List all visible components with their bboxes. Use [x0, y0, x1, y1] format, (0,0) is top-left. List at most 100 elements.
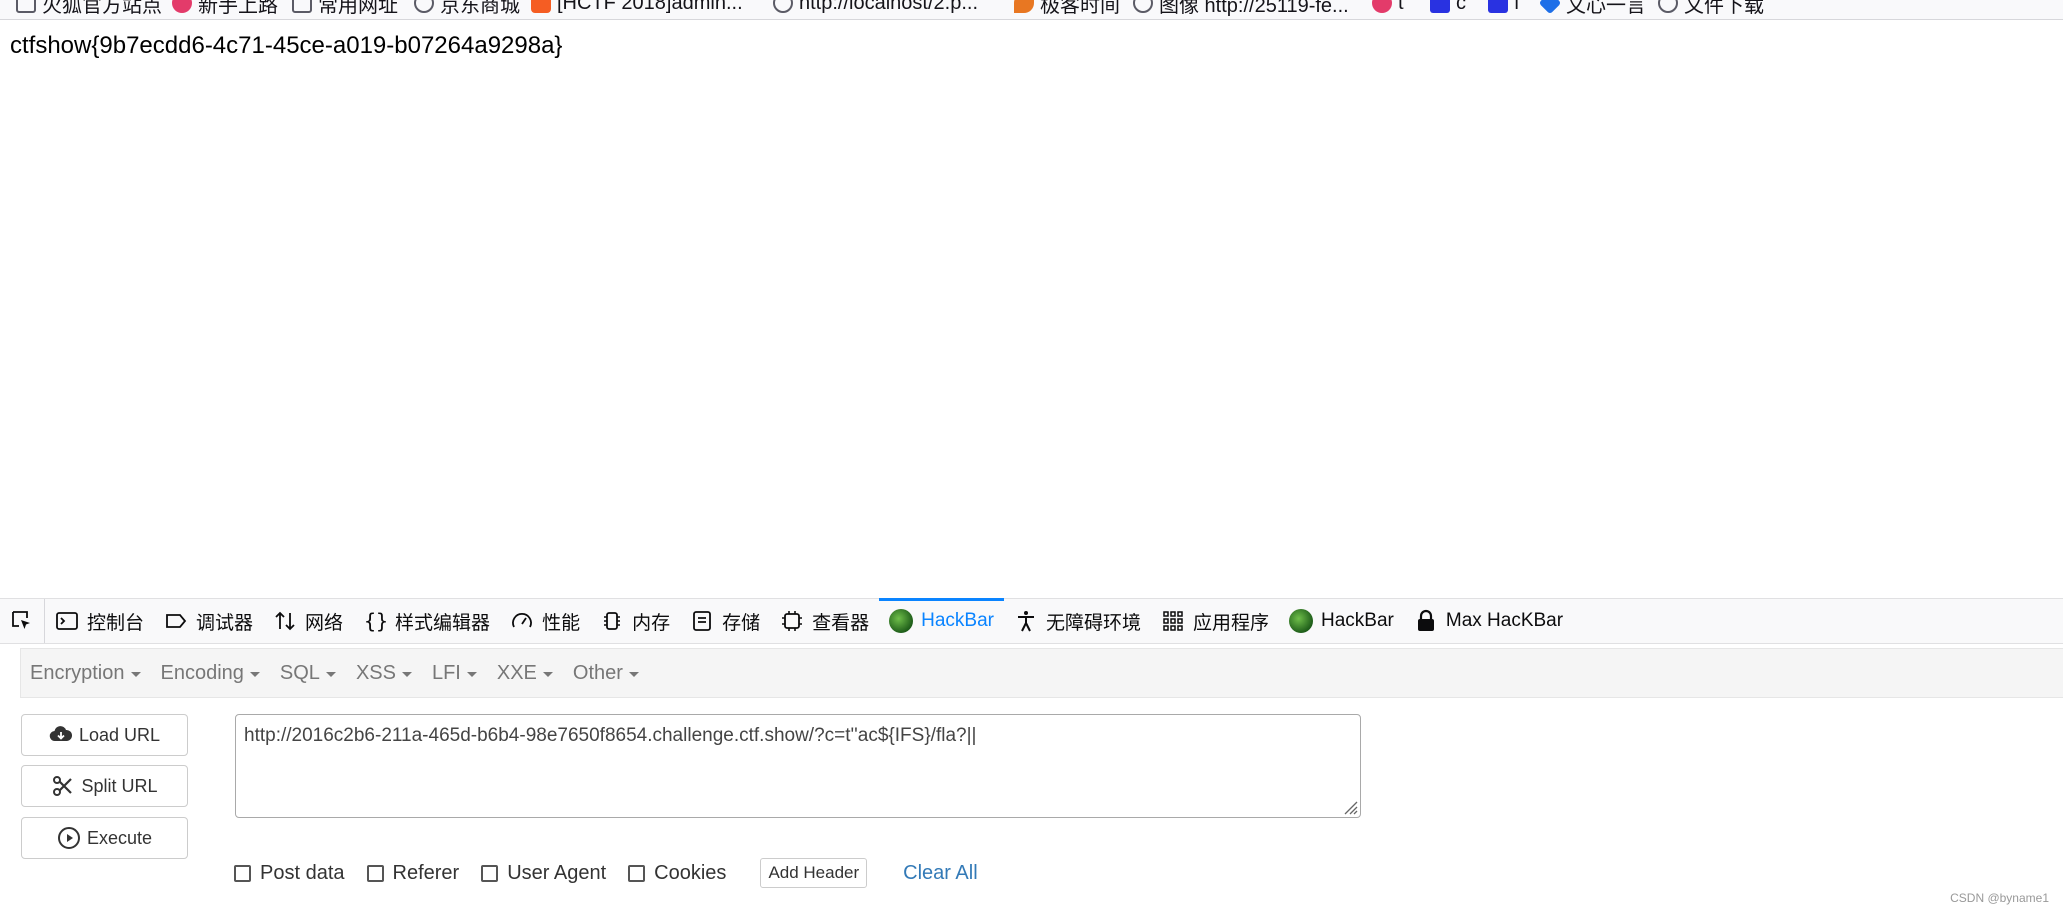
checkbox-box[interactable] — [234, 864, 251, 882]
bookmark-item[interactable]: 火狐官方站点 — [16, 0, 162, 18]
tab-label: 样式编辑器 — [395, 612, 491, 634]
tab-hackbar[interactable]: HackBar — [879, 598, 1004, 643]
resize-grip-icon[interactable] — [1340, 797, 1358, 815]
tab-memory[interactable]: 内存 — [590, 599, 680, 643]
menu-xss[interactable]: XSS — [347, 662, 423, 685]
bookmarks-toolbar: 火狐官方站点 新手上路 常用网址 京东商城 [HCTF 2018]admin..… — [0, 0, 2063, 20]
tab-label: 无障碍环境 — [1045, 612, 1141, 634]
menu-encryption[interactable]: Encryption — [21, 662, 152, 685]
chevron-down-icon — [130, 671, 141, 677]
bookmark-item[interactable]: 新手上路 — [172, 0, 278, 18]
hackbar-options: Post data Referer User Agent Cookies Add… — [234, 858, 978, 888]
globe-icon — [414, 0, 434, 13]
checkbox-box[interactable] — [628, 864, 646, 882]
accessibility-icon — [1017, 611, 1034, 632]
tab-storage[interactable]: 存储 — [680, 599, 770, 643]
network-icon — [275, 611, 295, 631]
chevron-down-icon — [628, 671, 639, 677]
menu-other[interactable]: Other — [564, 662, 650, 685]
tab-label: HackBar — [921, 610, 994, 631]
tab-label: 调试器 — [196, 612, 254, 634]
tab-inspector[interactable]: 查看器 — [770, 599, 879, 643]
chevron-down-icon — [466, 671, 477, 677]
firefox-icon — [172, 0, 192, 13]
execute-button[interactable]: Execute — [21, 817, 188, 859]
tab-max-hackbar[interactable]: Max HacKBar — [1404, 599, 1573, 643]
cloud-download-icon — [49, 726, 72, 742]
bookmark-item[interactable]: f — [1488, 0, 1520, 18]
svg-text:{}: {} — [364, 609, 387, 633]
element-picker-button[interactable] — [0, 599, 45, 643]
firefox-icon — [1372, 0, 1392, 13]
globe-icon — [1133, 0, 1153, 13]
checkbox-box[interactable] — [481, 864, 499, 882]
chevron-down-icon — [325, 671, 336, 677]
folder-icon — [292, 0, 312, 13]
tab-hackbar-2[interactable]: HackBar — [1279, 599, 1404, 643]
console-icon — [56, 612, 78, 630]
leaf-icon — [1014, 0, 1034, 13]
site-icon — [531, 0, 551, 13]
globe-icon — [1658, 0, 1678, 13]
bookmark-item[interactable]: 文心一言 — [1538, 0, 1646, 18]
inspector-icon — [782, 611, 803, 631]
style-editor-icon: {} — [364, 609, 387, 633]
diamond-icon — [1538, 0, 1562, 15]
hackbar-logo-icon — [1289, 609, 1314, 633]
baidu-icon — [1430, 0, 1450, 13]
tab-label: HackBar — [1321, 610, 1394, 631]
folder-icon — [16, 0, 36, 13]
load-url-button[interactable]: Load URL — [21, 714, 188, 756]
bookmark-item[interactable]: 京东商城 — [414, 0, 520, 18]
bookmark-item[interactable]: 常用网址 — [292, 0, 398, 18]
lock-icon — [1417, 609, 1434, 631]
tab-accessibility[interactable]: 无障碍环境 — [1004, 599, 1151, 643]
referer-checkbox[interactable]: Referer — [366, 862, 459, 885]
tab-label: Max HacKBar — [1445, 610, 1564, 631]
watermark: CSDN @byname1 — [1950, 891, 2049, 905]
bookmark-item[interactable]: 极客时间 — [1014, 0, 1120, 18]
chevron-down-icon — [249, 671, 260, 677]
tab-console[interactable]: 控制台 — [45, 599, 154, 643]
tab-network[interactable]: 网络 — [263, 599, 353, 643]
url-value: http://2016c2b6-211a-465d-b6b4-98e7650f8… — [244, 725, 977, 746]
memory-icon — [604, 612, 621, 630]
bookmark-item[interactable]: [HCTF 2018]admin... — [531, 0, 743, 18]
hackbar-menubar: Encryption Encoding SQL XSS LFI XXE Othe… — [20, 648, 2063, 698]
bookmark-item[interactable]: c — [1430, 0, 1466, 18]
add-header-button[interactable]: Add Header — [760, 858, 868, 888]
flag-text: ctfshow{9b7ecdd6-4c71-45ce-a019-b07264a9… — [10, 32, 563, 59]
tab-label: 查看器 — [812, 612, 870, 634]
menu-encoding[interactable]: Encoding — [152, 662, 271, 685]
tab-debugger[interactable]: 调试器 — [154, 599, 263, 643]
tab-style-editor[interactable]: {} 样式编辑器 — [353, 599, 500, 643]
bookmark-item[interactable]: http://localhost/2.p... — [773, 0, 978, 18]
menu-lfi[interactable]: LFI — [423, 662, 488, 685]
url-textarea[interactable]: http://2016c2b6-211a-465d-b6b4-98e7650f8… — [235, 714, 1361, 818]
tab-label: 存储 — [722, 612, 761, 634]
chevron-down-icon — [401, 671, 412, 677]
debugger-icon — [166, 614, 187, 628]
element-picker-icon — [12, 611, 30, 629]
menu-xxe[interactable]: XXE — [488, 662, 564, 685]
post-data-checkbox[interactable]: Post data — [234, 862, 345, 885]
play-circle-icon — [57, 827, 80, 849]
user-agent-checkbox[interactable]: User Agent — [481, 862, 606, 885]
tab-label: 网络 — [305, 612, 344, 634]
chevron-down-icon — [542, 671, 553, 677]
menu-sql[interactable]: SQL — [271, 662, 347, 685]
cookies-checkbox[interactable]: Cookies — [628, 862, 726, 885]
checkbox-box[interactable] — [366, 864, 384, 882]
hackbar-logo-icon — [889, 609, 914, 633]
globe-icon — [773, 0, 793, 13]
bookmark-item[interactable]: 文件下载 — [1658, 0, 1764, 18]
tab-label: 性能 — [542, 612, 581, 634]
tab-performance[interactable]: 性能 — [500, 599, 590, 643]
application-icon — [1163, 611, 1183, 631]
tab-application[interactable]: 应用程序 — [1151, 599, 1279, 643]
tab-label: 控制台 — [87, 612, 145, 634]
bookmark-item[interactable]: 图像 http://25119-fe... — [1133, 0, 1349, 18]
bookmark-item[interactable]: t — [1372, 0, 1404, 18]
split-url-button[interactable]: Split URL — [21, 765, 188, 807]
clear-all-link[interactable]: Clear All — [903, 862, 977, 885]
